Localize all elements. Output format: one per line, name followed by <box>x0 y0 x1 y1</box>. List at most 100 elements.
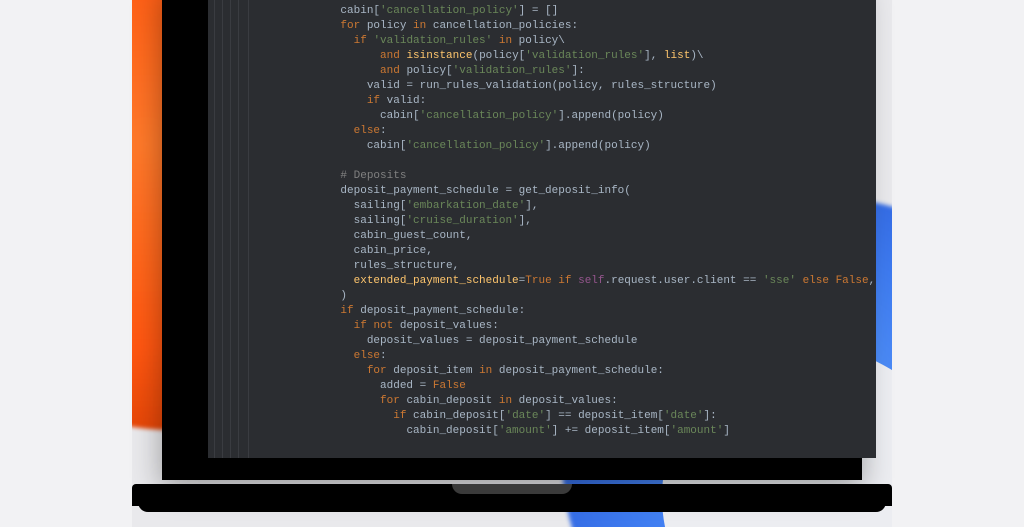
code-line[interactable]: deposit_values = deposit_payment_schedul… <box>248 334 876 349</box>
code-token: list <box>664 50 690 62</box>
code-token: )\ <box>690 50 703 62</box>
code-line[interactable]: # Deposits <box>248 169 876 184</box>
code-token: valid: <box>380 95 426 107</box>
code-token: ], <box>525 200 538 212</box>
code-token: .request.user.client == <box>605 275 763 287</box>
code-line[interactable]: for deposit_item in deposit_payment_sche… <box>248 364 876 379</box>
stage: cabin['cancellation_policy'] = [] for po… <box>0 0 1024 527</box>
code-line[interactable]: if deposit_payment_schedule: <box>248 304 876 319</box>
code-line[interactable]: extended_payment_schedule=True if self.r… <box>248 274 876 289</box>
code-token: deposit_values: <box>393 320 499 332</box>
code-token: 'date' <box>505 410 545 422</box>
code-token: deposit_payment_schedule = get_deposit_i… <box>340 185 630 197</box>
code-token: if <box>354 35 367 47</box>
code-token: , <box>869 275 876 287</box>
code-token: cabin_deposit <box>400 395 499 407</box>
code-token: sailing[ <box>354 215 407 227</box>
code-token: deposit_payment_schedule: <box>492 365 664 377</box>
code-token <box>492 35 499 47</box>
code-line[interactable]: for cabin_deposit in deposit_values: <box>248 394 876 409</box>
code-line[interactable]: and isinstance(policy['validation_rules'… <box>248 49 876 64</box>
code-token: 'validation_rules' <box>525 50 644 62</box>
code-token: 'date' <box>664 410 704 422</box>
code-token: extended_payment_schedule <box>354 275 519 287</box>
code-token: rules_structure, <box>354 260 460 272</box>
code-line[interactable]: cabin_price, <box>248 244 876 259</box>
code-line[interactable]: ) <box>248 289 876 304</box>
code-line[interactable]: cabin['cancellation_policy'].append(poli… <box>248 139 876 154</box>
code-token <box>829 275 836 287</box>
code-token: deposit_values: <box>512 395 618 407</box>
code-token: for <box>380 395 400 407</box>
code-token: if <box>367 95 380 107</box>
code-token: deposit_item <box>387 365 479 377</box>
editor-screen: cabin['cancellation_policy'] = [] for po… <box>208 0 876 458</box>
code-token: else <box>803 275 829 287</box>
code-token: (policy[ <box>472 50 525 62</box>
code-token: 'embarkation_date' <box>406 200 525 212</box>
code-token: added = <box>380 380 433 392</box>
code-token: for <box>367 365 387 377</box>
code-viewport[interactable]: cabin['cancellation_policy'] = [] for po… <box>248 0 876 458</box>
code-token: deposit_payment_schedule: <box>354 305 526 317</box>
code-token: 'sse' <box>763 275 796 287</box>
code-token: else <box>354 350 380 362</box>
code-token: ] += deposit_item[ <box>552 425 671 437</box>
code-token: cabin[ <box>367 140 407 152</box>
code-line[interactable]: if valid: <box>248 94 876 109</box>
code-token: 'validation_rules' <box>373 35 492 47</box>
code-token: ].append(policy) <box>558 110 664 122</box>
code-line[interactable] <box>248 154 876 169</box>
code-line[interactable]: if cabin_deposit['date'] == deposit_item… <box>248 409 876 424</box>
code-line[interactable]: if 'validation_rules' in policy\ <box>248 34 876 49</box>
code-token: 'validation_rules' <box>453 65 572 77</box>
code-token: self <box>578 275 604 287</box>
code-token: policy <box>360 20 413 32</box>
code-token: isinstance <box>406 50 472 62</box>
code-line[interactable]: rules_structure, <box>248 259 876 274</box>
laptop-bezel: cabin['cancellation_policy'] = [] for po… <box>162 0 862 480</box>
code-token: and <box>380 65 400 77</box>
code-line[interactable]: sailing['cruise_duration'], <box>248 214 876 229</box>
code-token: cabin[ <box>340 5 380 17</box>
code-token: : <box>380 350 387 362</box>
code-line[interactable]: else: <box>248 349 876 364</box>
code-token: not <box>373 320 393 332</box>
code-line[interactable]: and policy['validation_rules']: <box>248 64 876 79</box>
code-token: ) <box>340 290 347 302</box>
code-line[interactable]: deposit_payment_schedule = get_deposit_i… <box>248 184 876 199</box>
code-token: cabin_deposit[ <box>406 425 498 437</box>
code-token: cabin_price, <box>354 245 433 257</box>
code-token: ] = [] <box>519 5 559 17</box>
code-token: cabin[ <box>380 110 420 122</box>
code-line[interactable]: sailing['embarkation_date'], <box>248 199 876 214</box>
code-line[interactable]: for policy in cancellation_policies: <box>248 19 876 34</box>
code-token: 'cancellation_policy' <box>380 5 519 17</box>
code-token: in <box>499 395 512 407</box>
code-token: 'cruise_duration' <box>406 215 518 227</box>
code-line[interactable]: else: <box>248 124 876 139</box>
code-token: ], <box>519 215 532 227</box>
code-token: False <box>836 275 869 287</box>
code-token: for <box>340 20 360 32</box>
code-token: # Deposits <box>340 170 406 182</box>
code-token: ] <box>723 425 730 437</box>
code-token <box>796 275 803 287</box>
code-token: in <box>413 20 426 32</box>
code-token: ]: <box>704 410 717 422</box>
code-line[interactable]: cabin_deposit['amount'] += deposit_item[… <box>248 424 876 439</box>
code-line[interactable]: cabin_guest_count, <box>248 229 876 244</box>
code-token: if <box>340 305 353 317</box>
code-token: cabin_guest_count, <box>354 230 473 242</box>
code-line[interactable]: if not deposit_values: <box>248 319 876 334</box>
code-token: ] == deposit_item[ <box>545 410 664 422</box>
code-token: and <box>380 50 400 62</box>
code-line[interactable]: cabin['cancellation_policy'].append(poli… <box>248 109 876 124</box>
code-line[interactable]: valid = run_rules_validation(policy, rul… <box>248 79 876 94</box>
code-token: if <box>558 275 571 287</box>
code-token: ].append(policy) <box>545 140 651 152</box>
code-line[interactable]: cabin['cancellation_policy'] = [] <box>248 4 876 19</box>
code-token: 'cancellation_policy' <box>406 140 545 152</box>
code-line[interactable]: added = False <box>248 379 876 394</box>
code-token: : <box>380 125 387 137</box>
